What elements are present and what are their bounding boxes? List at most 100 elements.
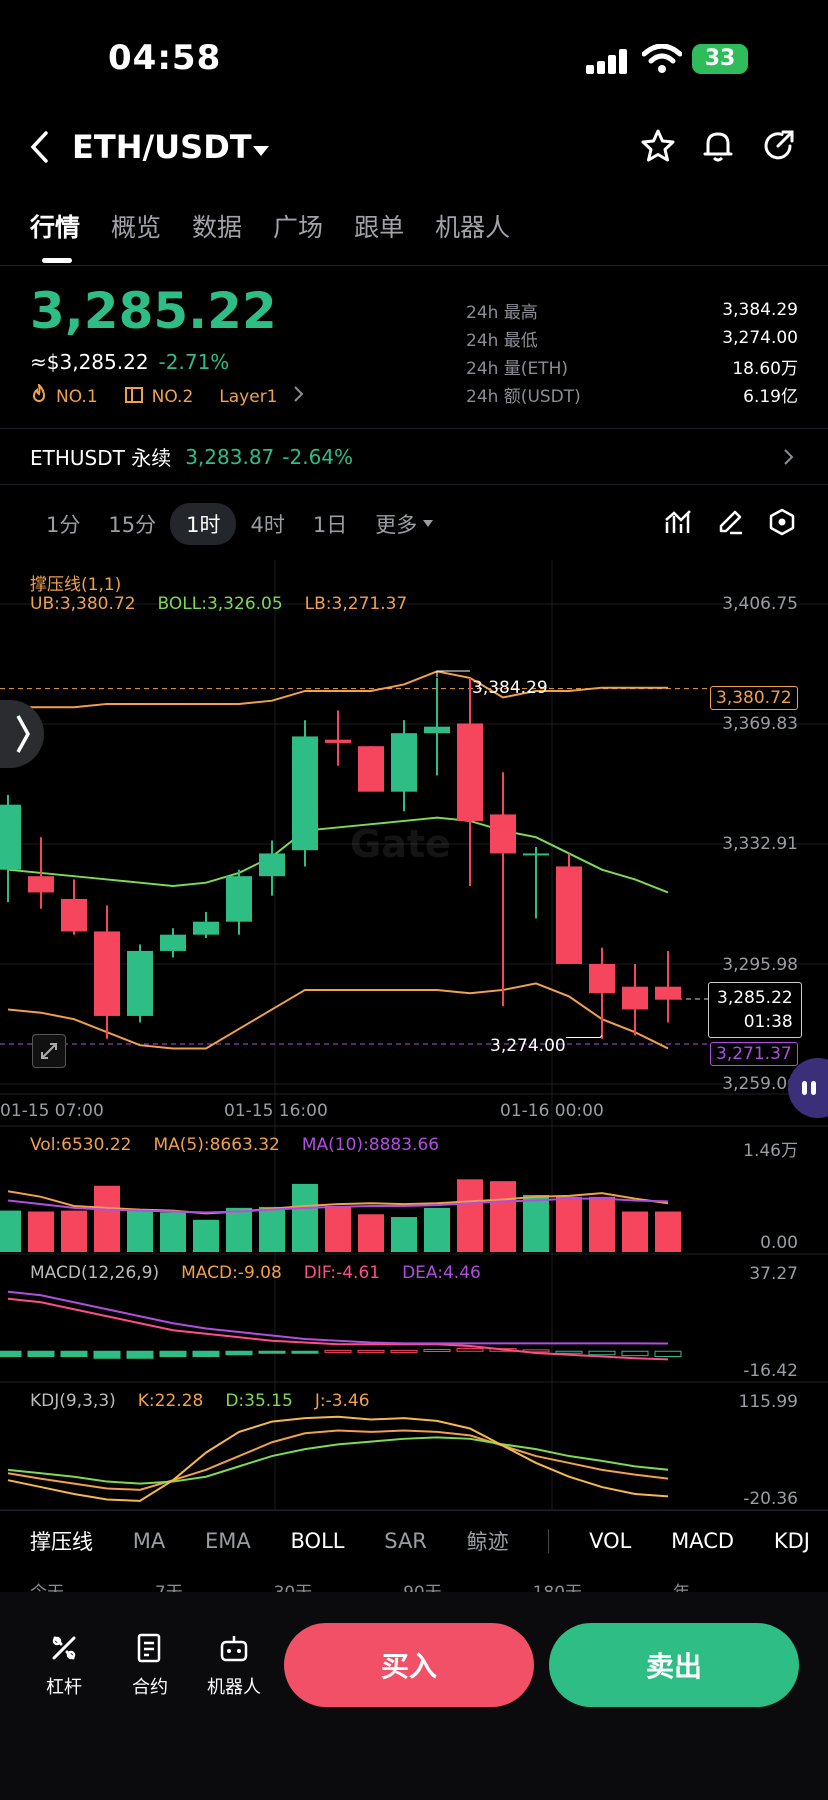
ind-tab-ma[interactable]: MA xyxy=(133,1529,165,1553)
macd-axis-top: 37.27 xyxy=(749,1264,798,1284)
tf-1m[interactable]: 1分 xyxy=(30,509,80,539)
stat-value: 6.19亿 xyxy=(743,386,798,407)
volume-bar xyxy=(259,1206,285,1252)
volume-bar xyxy=(193,1219,219,1252)
candle-body xyxy=(292,736,318,851)
tf-1h[interactable]: 1时 xyxy=(170,503,237,545)
share-icon[interactable] xyxy=(760,128,796,168)
wifi-icon xyxy=(641,43,683,78)
high-annotation: 3,384.29 xyxy=(472,678,548,698)
y-tick: 3,295.98 xyxy=(722,955,798,975)
nav-margin[interactable]: 杠杆 xyxy=(36,1632,92,1699)
tab-overview[interactable]: 概览 xyxy=(111,208,161,244)
back-icon[interactable] xyxy=(28,130,52,168)
volume-bar xyxy=(490,1181,516,1252)
fullscreen-icon[interactable] xyxy=(32,1034,66,1068)
candle-body xyxy=(0,804,21,870)
period-90d[interactable]: 90天 xyxy=(403,1578,442,1592)
buy-button[interactable]: 买入 xyxy=(284,1623,534,1707)
ind-tab-ema[interactable]: EMA xyxy=(205,1529,251,1553)
chevron-down-icon[interactable] xyxy=(252,142,270,161)
volume-bar xyxy=(94,1185,120,1252)
stats-panel: 24h 最高 3,384.29 24h 最低 3,274.00 24h 量(ETH)… xyxy=(466,296,798,408)
tf-more[interactable]: 更多 xyxy=(375,509,434,539)
tf-15m[interactable]: 15分 xyxy=(108,509,156,539)
perp-change: -2.64% xyxy=(282,444,354,469)
volume-bar xyxy=(655,1211,681,1252)
period-30d[interactable]: 30天 xyxy=(274,1578,313,1592)
tab-bot[interactable]: 机器人 xyxy=(435,208,510,244)
vol-axis-bottom: 0.00 xyxy=(760,1233,798,1253)
ind-tab-sar[interactable]: SAR xyxy=(384,1529,427,1553)
kdj-legend: KDJ(9,3,3) K:22.28 D:35.15 J:-3.46 xyxy=(30,1391,370,1411)
ind-tab-whale[interactable]: 鲸迹 xyxy=(467,1526,509,1556)
macd-histogram-bar xyxy=(654,1350,682,1358)
bell-icon[interactable] xyxy=(700,128,736,168)
candle-body xyxy=(457,723,483,821)
watermark: Gate xyxy=(350,822,451,866)
status-time: 04:58 xyxy=(108,38,222,78)
perp-divider-top xyxy=(0,428,828,429)
nav-bot[interactable]: 机器人 xyxy=(204,1632,264,1699)
tf-4h[interactable]: 4时 xyxy=(250,509,284,539)
stat-label: 24h 最低 xyxy=(466,330,538,351)
perp-row[interactable]: ETHUSDT 永续 3,283.87 -2.64% xyxy=(30,442,353,471)
volume-bar xyxy=(556,1196,582,1252)
candle-body xyxy=(160,934,186,951)
chart-box-icon xyxy=(124,384,144,409)
stat-label: 24h 额(USDT) xyxy=(466,386,581,407)
ind-tab-boll[interactable]: BOLL xyxy=(291,1529,345,1553)
ind-tab-kdj[interactable]: KDJ xyxy=(774,1529,810,1553)
candle-body xyxy=(490,814,516,854)
ind-tab-macd[interactable]: MACD xyxy=(671,1529,734,1553)
stat-value: 3,384.29 xyxy=(722,300,798,320)
badge-rank-2[interactable]: NO.2 xyxy=(152,387,194,407)
tab-copy-trade[interactable]: 跟单 xyxy=(354,208,404,244)
y-tick: 3,406.75 xyxy=(722,594,798,614)
perp-chevron-icon[interactable] xyxy=(782,448,794,470)
tab-market[interactable]: 行情 xyxy=(30,208,80,244)
lb-price-tag: 3,271.37 xyxy=(710,1042,798,1066)
star-icon[interactable] xyxy=(640,128,676,168)
badge-rank-1[interactable]: NO.1 xyxy=(56,387,98,407)
tf-1d[interactable]: 1日 xyxy=(313,509,347,539)
candle-body xyxy=(61,898,87,932)
pair-title[interactable]: ETH/USDT xyxy=(72,128,252,166)
macd-dif: DIF:-4.61 xyxy=(303,1263,381,1283)
volume-bar xyxy=(391,1217,417,1252)
candle-body xyxy=(556,866,582,964)
badge-layer[interactable]: Layer1 xyxy=(219,387,277,407)
period-row: 今天 7天 30天 90天 180天 年 xyxy=(30,1578,690,1592)
y-tick: 3,369.83 xyxy=(722,714,798,734)
ind-tab-vol[interactable]: VOL xyxy=(589,1529,631,1553)
hexagon-settings-icon[interactable] xyxy=(768,508,796,540)
nav-futures-label: 合约 xyxy=(132,1677,168,1698)
candle-body xyxy=(424,726,450,734)
ind-tab-support[interactable]: 撑压线 xyxy=(30,1526,93,1556)
tf-more-label: 更多 xyxy=(375,513,418,537)
macd-title: MACD(12,26,9) xyxy=(30,1263,160,1283)
period-7d[interactable]: 7天 xyxy=(155,1578,183,1592)
candle-body xyxy=(589,963,615,994)
last-price: 3,285.22 xyxy=(30,282,277,340)
vol-label: Vol:6530.22 xyxy=(30,1135,132,1155)
macd-histogram-bar xyxy=(357,1349,385,1353)
boll-legend: UB:3,380.72 BOLL:3,326.05 LB:3,271.37 xyxy=(30,594,407,614)
perp-name: ETHUSDT 永续 xyxy=(30,446,172,470)
candle-body xyxy=(193,921,219,935)
chevron-right-icon[interactable] xyxy=(292,385,304,408)
period-today[interactable]: 今天 xyxy=(30,1578,64,1592)
macd-value: MACD:-9.08 xyxy=(181,1263,282,1283)
sell-button[interactable]: 卖出 xyxy=(549,1623,799,1707)
volume-legend: Vol:6530.22 MA(5):8663.32 MA(10):8883.66 xyxy=(30,1135,439,1155)
tab-square[interactable]: 广场 xyxy=(273,208,323,244)
pen-icon[interactable] xyxy=(716,508,744,540)
macd-axis-bottom: -16.42 xyxy=(743,1361,798,1381)
indicator-settings-icon[interactable] xyxy=(664,508,692,540)
macd-histogram-bar xyxy=(621,1350,649,1357)
period-180d[interactable]: 180天 xyxy=(533,1578,582,1592)
nav-futures[interactable]: 合约 xyxy=(122,1632,178,1699)
tab-data[interactable]: 数据 xyxy=(192,208,242,244)
macd-dea-line xyxy=(7,1290,669,1345)
period-year[interactable]: 年 xyxy=(673,1578,690,1592)
